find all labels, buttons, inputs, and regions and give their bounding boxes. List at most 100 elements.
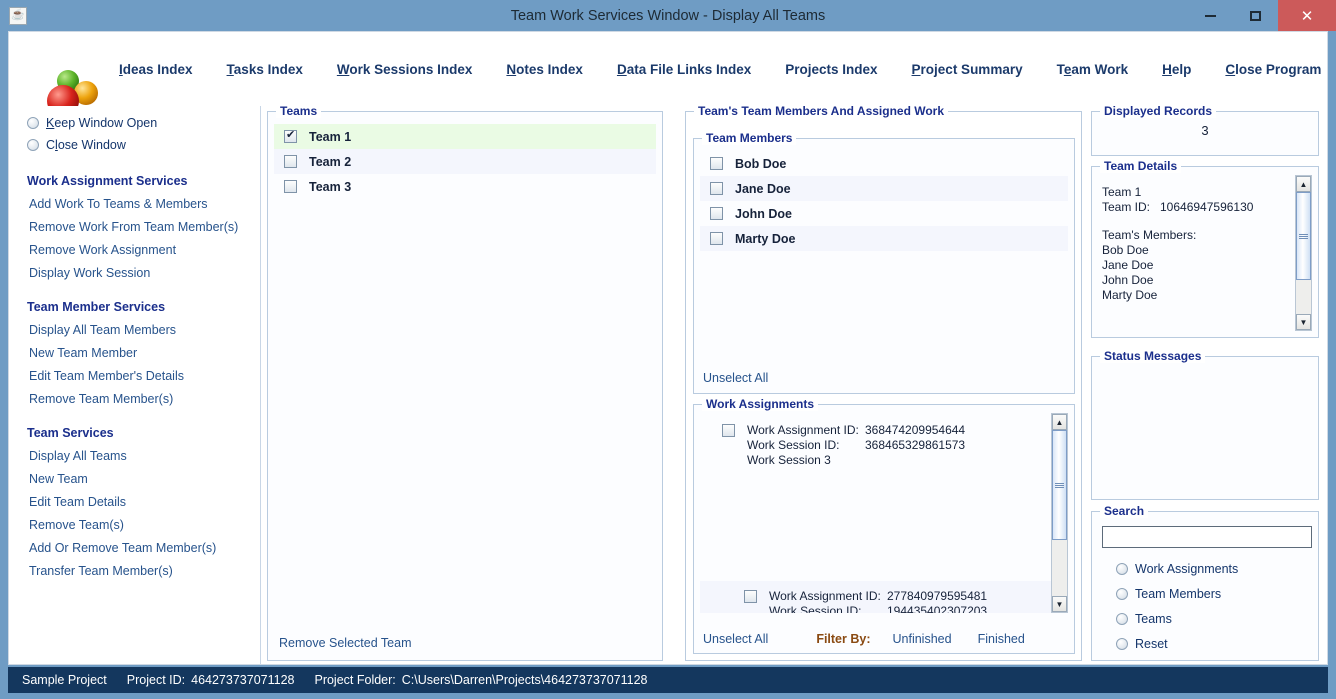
scrollbar-thumb[interactable] (1052, 430, 1067, 540)
radio-label: Reset (1135, 637, 1168, 651)
menu-item-tasks-index[interactable]: Tasks Index (227, 62, 303, 77)
checkbox-team-1[interactable] (284, 128, 297, 143)
status-bar: Sample Project Project ID: 4642737370711… (8, 667, 1328, 693)
menu-item-team-work[interactable]: Team Work (1057, 62, 1129, 77)
scroll-down-icon[interactable]: ▼ (1296, 314, 1311, 330)
radio-search-work-assignments[interactable]: Work Assignments (1116, 558, 1238, 580)
sidebar-item-edit-team-details[interactable]: Edit Team Details (29, 495, 260, 509)
radio-keep-window-open-label: Keep Window Open (46, 116, 158, 130)
team-details-scrollbar[interactable]: ▲ ▼ (1295, 175, 1312, 331)
search-input[interactable] (1102, 526, 1312, 548)
member-label: Marty Doe (735, 231, 796, 246)
sidebar-item-display-work-session[interactable]: Display Work Session (29, 266, 260, 280)
list-item[interactable]: Work Assignment ID: 277840979595481 Work … (700, 581, 1054, 613)
sidebar-item-edit-team-members-details[interactable]: Edit Team Member's Details (29, 369, 260, 383)
sidebar-item-add-work-to-teams-members[interactable]: Add Work To Teams & Members (29, 197, 260, 211)
member-label: John Doe (735, 206, 792, 221)
sidebar-item-new-team[interactable]: New Team (29, 472, 260, 486)
checkbox-member-jane-doe[interactable] (710, 182, 723, 195)
checkbox-work-assignment-1[interactable] (722, 424, 735, 437)
close-button[interactable]: ✕ (1278, 0, 1336, 31)
scroll-down-icon[interactable]: ▼ (1052, 596, 1067, 612)
member-label: Jane Doe (735, 181, 791, 196)
menu-item-project-summary[interactable]: Project Summary (912, 62, 1023, 77)
section-heading-team-services: Team Services (27, 426, 114, 440)
team-details-members-heading: Team's Members: (1102, 228, 1197, 242)
radio-close-window[interactable]: Close Window (27, 134, 260, 156)
sidebar-item-new-team-member[interactable]: New Team Member (29, 346, 260, 360)
checkbox-member-marty-doe[interactable] (710, 232, 723, 245)
filter-finished-link[interactable]: Finished (978, 632, 1025, 646)
table-row[interactable]: Team 3 (274, 174, 656, 199)
menu-item-close-program[interactable]: Close Program (1225, 62, 1321, 77)
client-area: Ideas Index Tasks Index Work Sessions In… (8, 31, 1328, 665)
table-row[interactable]: Team 2 (274, 149, 656, 174)
title-bar: ☕ Team Work Services Window - Display Al… (0, 0, 1336, 31)
members-unselect-all-link[interactable]: Unselect All (703, 371, 768, 385)
list-item[interactable]: John Doe (700, 201, 1068, 226)
work-assignments-scrollbar[interactable]: ▲ ▼ (1051, 413, 1068, 613)
work-unselect-all-link[interactable]: Unselect All (703, 632, 768, 646)
menu-item-notes-index[interactable]: Notes Index (506, 62, 583, 77)
work-assignments-list: Work Assignment ID: 368474209954644 Work … (700, 413, 1054, 613)
radio-label: Work Assignments (1135, 562, 1239, 576)
status-project-folder-label: Project Folder: (314, 673, 396, 687)
team-details-id-value: 10646947596130 (1160, 200, 1254, 214)
remove-selected-team-link[interactable]: Remove Selected Team (279, 636, 411, 650)
checkbox-team-3[interactable] (284, 180, 297, 193)
section-heading-team-member-services: Team Member Services (27, 300, 166, 314)
menu-item-ideas-index[interactable]: Ideas Index (119, 62, 193, 77)
sidebar-item-display-all-teams[interactable]: Display All Teams (29, 449, 260, 463)
displayed-records-panel: Displayed Records 3 (1091, 104, 1319, 156)
table-row[interactable]: Team 1 (274, 124, 656, 149)
radio-search-teams[interactable]: Teams (1116, 608, 1238, 630)
radio-indicator (27, 139, 39, 151)
sidebar-item-remove-team-members[interactable]: Remove Team Member(s) (29, 392, 260, 406)
menu-item-work-sessions-index[interactable]: Work Sessions Index (337, 62, 473, 77)
checkbox-member-john-doe[interactable] (710, 207, 723, 220)
team-label: Team 3 (309, 179, 352, 194)
sidebar-item-display-all-team-members[interactable]: Display All Team Members (29, 323, 260, 337)
checkbox-team-2[interactable] (284, 155, 297, 168)
menu-item-projects-index[interactable]: Projects Index (785, 62, 877, 77)
sidebar-item-remove-teams[interactable]: Remove Team(s) (29, 518, 260, 532)
sidebar-item-transfer-team-members[interactable]: Transfer Team Member(s) (29, 564, 260, 578)
filter-unfinished-link[interactable]: Unfinished (893, 632, 952, 646)
search-panel: Search Work Assignments Team Members Tea… (1091, 504, 1319, 661)
radio-label: Teams (1135, 612, 1172, 626)
list-item[interactable]: Marty Doe (700, 226, 1068, 251)
teams-list: Team 1 Team 2 Team 3 (274, 124, 656, 199)
radio-keep-window-open[interactable]: Keep Window Open (27, 112, 260, 134)
sidebar-item-remove-work-from-team-members[interactable]: Remove Work From Team Member(s) (29, 220, 260, 234)
team-details-member: Marty Doe (1102, 288, 1158, 302)
radio-search-team-members[interactable]: Team Members (1116, 583, 1238, 605)
scrollbar-track[interactable] (1296, 192, 1311, 314)
radio-search-reset[interactable]: Reset (1116, 633, 1238, 655)
wa-session-id-label: Work Session ID: (769, 604, 862, 613)
checkbox-member-bob-doe[interactable] (710, 157, 723, 170)
team-members-legend: Team Members (702, 131, 797, 145)
checkbox-work-assignment-2[interactable] (744, 590, 757, 603)
menu-item-data-file-links-index[interactable]: Data File Links Index (617, 62, 751, 77)
team-details-legend: Team Details (1100, 159, 1182, 173)
list-item[interactable]: Jane Doe (700, 176, 1068, 201)
team-details-id-label: Team ID: (1102, 200, 1151, 214)
list-item[interactable]: Work Assignment ID: 368474209954644 Work … (700, 413, 1054, 474)
maximize-button[interactable] (1233, 0, 1278, 31)
radio-label: Team Members (1135, 587, 1222, 601)
scrollbar-track[interactable] (1052, 430, 1067, 596)
menu-item-help[interactable]: Help (1162, 62, 1191, 77)
sidebar-item-remove-work-assignment[interactable]: Remove Work Assignment (29, 243, 260, 257)
sidebar-item-add-or-remove-team-members[interactable]: Add Or Remove Team Member(s) (29, 541, 260, 555)
wa-assignment-id-value: 277840979595481 (887, 589, 988, 603)
wa-assignment-id-label: Work Assignment ID: (769, 589, 881, 603)
status-project-folder-value: C:\Users\Darren\Projects\464273737071128 (401, 673, 648, 687)
list-item[interactable]: Bob Doe (700, 151, 1068, 176)
team-details-content: Team 1 Team ID: 10646947596130 Team's Mem… (1102, 185, 1282, 303)
minimize-button[interactable] (1188, 0, 1233, 31)
wa-assignment-id-value: 368474209954644 (865, 423, 966, 437)
grip-icon (1055, 482, 1064, 488)
scrollbar-thumb[interactable] (1296, 192, 1311, 280)
scroll-up-icon[interactable]: ▲ (1052, 414, 1067, 430)
scroll-up-icon[interactable]: ▲ (1296, 176, 1311, 192)
